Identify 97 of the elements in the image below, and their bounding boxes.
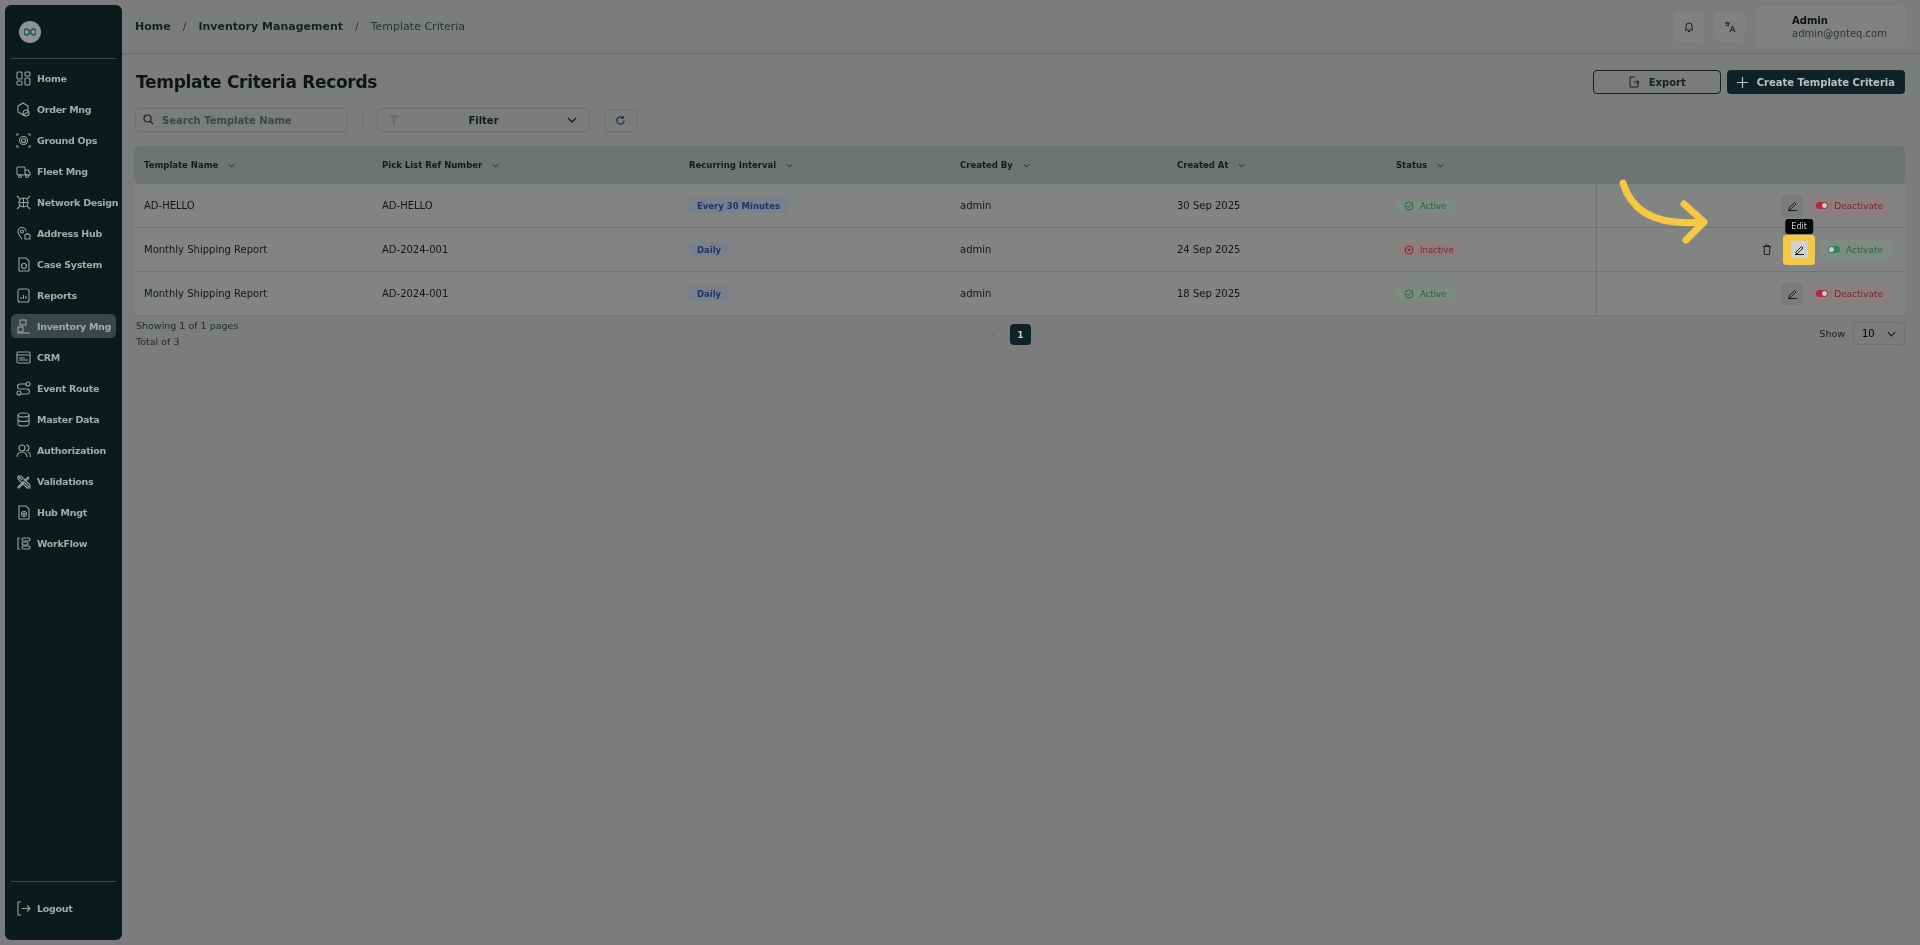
workflow-icon: [16, 535, 31, 551]
logo-icon: [19, 20, 41, 43]
sidebar-item[interactable]: Reports: [11, 283, 116, 307]
sidebar-item[interactable]: Master Data: [11, 407, 116, 431]
caret-icon: [1887, 330, 1896, 337]
logout-link[interactable]: Logout: [11, 896, 116, 920]
interval-badge: Every 30 Minutes: [689, 198, 788, 213]
sidebar-item[interactable]: Inventory Mng: [11, 314, 116, 338]
status-badge: Active: [1396, 286, 1456, 301]
document-icon: [16, 256, 31, 272]
check-circle-icon: [1404, 288, 1414, 299]
report-icon: [16, 287, 31, 303]
column-header[interactable]: Created At: [1167, 146, 1386, 184]
table-cell: AD-HELLO: [382, 200, 433, 211]
column-header[interactable]: Pick List Ref Number: [372, 146, 679, 184]
sidebar-item[interactable]: Case System: [11, 252, 116, 276]
edit-icon[interactable]: [1781, 282, 1804, 305]
route-icon: [16, 380, 31, 396]
sort-caret-icon: [1437, 162, 1445, 168]
users-icon: [16, 442, 31, 458]
x-circle-icon: [1404, 244, 1414, 255]
total-count: Total of 3: [136, 335, 181, 349]
status-badge: Inactive: [1396, 242, 1462, 257]
show-label: Show: [1819, 328, 1845, 339]
stack-icon: [16, 318, 31, 334]
translate-icon[interactable]: [1715, 11, 1745, 42]
table-cell: 18 Sep 2025: [1177, 288, 1241, 299]
box-icon: [16, 101, 31, 117]
check-circle-icon: [1404, 200, 1414, 211]
sidebar-item[interactable]: Fleet Mng: [11, 159, 116, 183]
table-cell: 24 Sep 2025: [1177, 244, 1241, 255]
notification-bell-icon[interactable]: [1674, 11, 1704, 42]
page-title: Template Criteria Records: [136, 72, 378, 92]
search-field[interactable]: Search Template Name: [135, 108, 348, 132]
status-badge: Active: [1396, 198, 1456, 213]
edit-icon[interactable]: [1781, 194, 1804, 217]
filter-dropdown[interactable]: Filter: [377, 108, 590, 132]
truck-icon: [16, 163, 31, 179]
table-cell: admin: [960, 244, 992, 255]
column-header[interactable]: Recurring Interval: [679, 146, 950, 184]
breadcrumb-separator: /: [355, 20, 359, 33]
user-email: admin@gnteq.com: [1792, 26, 1887, 40]
browser-icon: [16, 349, 31, 365]
gear-icon: [16, 132, 31, 148]
column-header[interactable]: Status: [1386, 146, 1596, 184]
sidebar-item[interactable]: CRM: [11, 345, 116, 369]
table-cell: Monthly Shipping Report: [144, 288, 268, 299]
settings-document-icon: [16, 504, 31, 520]
sidebar-item[interactable]: Event Route: [11, 376, 116, 400]
export-button[interactable]: Export: [1592, 70, 1721, 94]
create-button[interactable]: Create Template Criteria: [1726, 70, 1905, 94]
table-cell: Monthly Shipping Report: [144, 244, 268, 255]
grid-icon: [16, 70, 31, 86]
search-icon: [143, 114, 154, 125]
table-cell: AD-2024-001: [382, 244, 449, 255]
interval-badge: Daily: [689, 242, 730, 257]
sort-caret-icon: [786, 162, 794, 168]
edit-icon[interactable]: [1783, 234, 1816, 265]
sidebar-item[interactable]: Hub Mngt: [11, 500, 116, 524]
caret-icon: [567, 117, 577, 123]
breadcrumb-current: Template Criteria: [370, 20, 466, 33]
breadcrumb-separator: /: [182, 20, 187, 33]
user-name: Admin: [1792, 13, 1829, 27]
column-header[interactable]: Template Name: [134, 146, 372, 184]
table-cell: AD-HELLO: [144, 200, 195, 211]
table-cell: AD-2024-001: [382, 288, 449, 299]
plus-icon: [1736, 76, 1748, 88]
sort-caret-icon: [492, 162, 500, 168]
database-icon: [16, 411, 31, 427]
sidebar-item[interactable]: Network Design: [11, 190, 116, 214]
column-header[interactable]: Created By: [950, 146, 1167, 184]
sidebar-item[interactable]: Order Mng: [11, 97, 116, 121]
sort-caret-icon: [1238, 162, 1246, 168]
interval-badge: Daily: [689, 286, 730, 301]
table-cell: 30 Sep 2025: [1177, 200, 1241, 211]
globe-icon: [16, 194, 31, 210]
export-icon: [1627, 76, 1640, 88]
user-card[interactable]: Admin admin@gnteq.com: [1756, 5, 1906, 48]
sort-caret-icon: [1022, 162, 1030, 168]
breadcrumb-link[interactable]: Home: [135, 20, 171, 33]
pencil-ruler-icon: [16, 473, 31, 489]
breadcrumb-link[interactable]: Inventory Management: [198, 20, 343, 33]
page-size-select[interactable]: 10: [1853, 322, 1905, 345]
sort-caret-icon: [228, 162, 236, 168]
sidebar-item[interactable]: Home: [11, 66, 116, 90]
page-button[interactable]: 1: [1010, 324, 1031, 345]
sidebar-item[interactable]: Validations: [11, 469, 116, 493]
sidebar-item[interactable]: Ground Ops: [11, 128, 116, 152]
sidebar-item[interactable]: Address Hub: [11, 221, 116, 245]
sidebar-item[interactable]: WorkFlow: [11, 531, 116, 555]
sidebar-item[interactable]: Authorization: [11, 438, 116, 462]
table-cell: admin: [960, 200, 992, 211]
logout-icon: [16, 900, 31, 916]
table-cell: admin: [960, 288, 992, 299]
location-pin-icon: [16, 225, 31, 241]
refresh-icon[interactable]: [604, 108, 637, 132]
pagination-summary: Showing 1 of 1 pages: [136, 319, 240, 333]
